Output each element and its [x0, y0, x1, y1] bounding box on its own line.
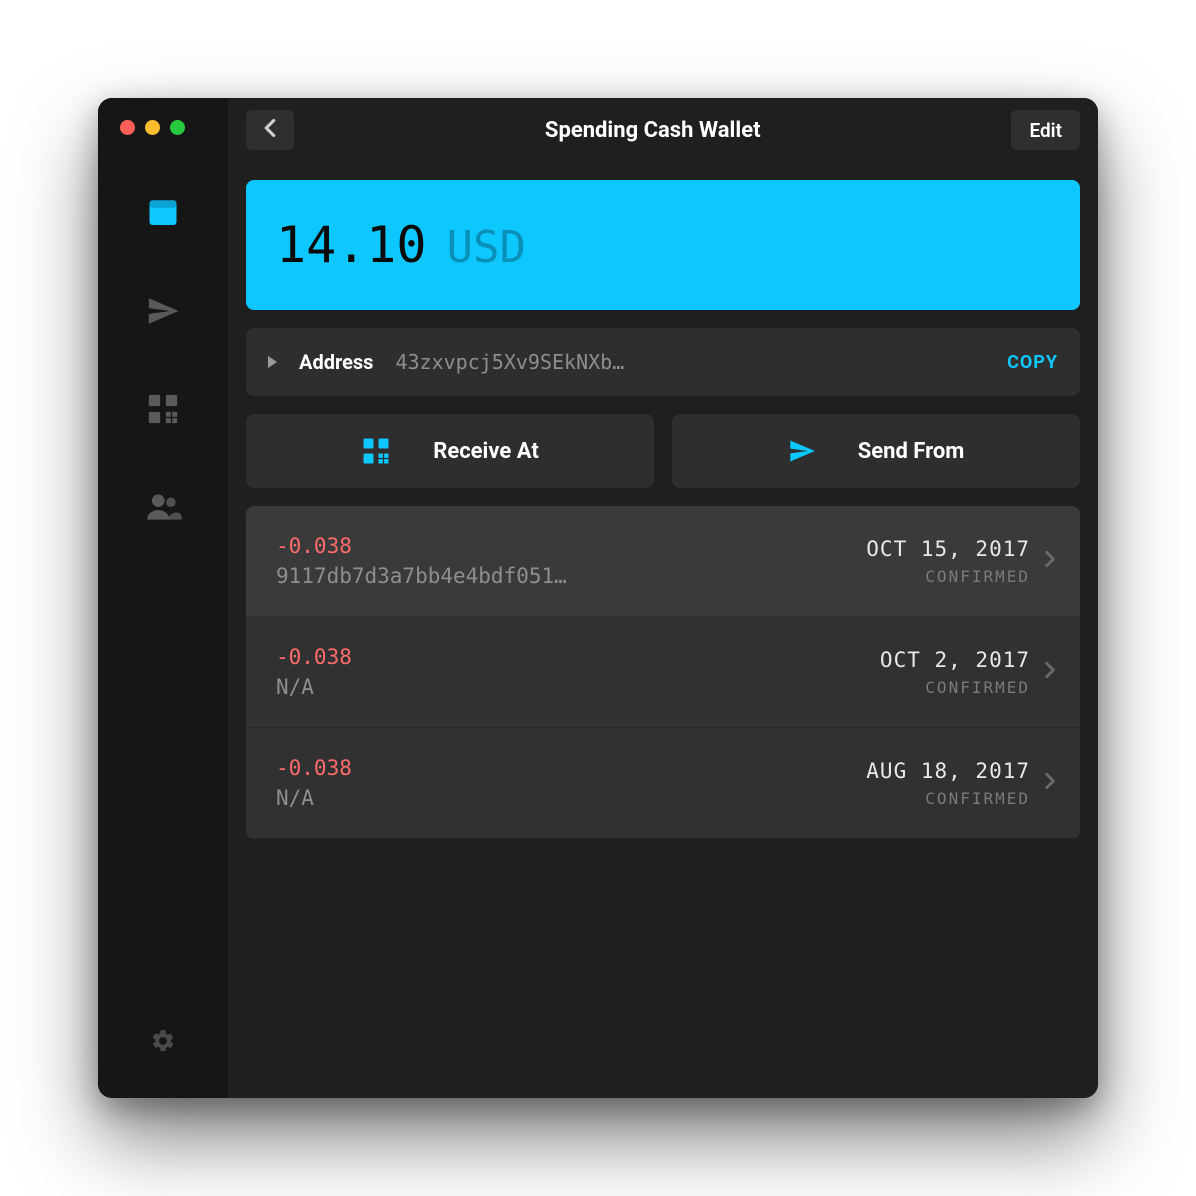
transaction-right: OCT 15, 2017 CONFIRMED: [866, 537, 1030, 586]
minimize-window-icon[interactable]: [145, 120, 160, 135]
header: Spending Cash Wallet Edit: [228, 98, 1098, 162]
address-label: Address: [299, 350, 373, 374]
transaction-amount: -0.038: [276, 645, 866, 669]
transaction-date: OCT 15, 2017: [866, 537, 1030, 561]
disclosure-triangle-icon: [268, 356, 277, 368]
transaction-row[interactable]: -0.038 N/A OCT 2, 2017 CONFIRMED: [246, 617, 1080, 728]
sidebar-item-contacts[interactable]: [138, 482, 188, 532]
qr-icon: [361, 436, 391, 466]
main-panel: Spending Cash Wallet Edit 14.10 USD Addr…: [228, 98, 1098, 1098]
receive-label: Receive At: [433, 439, 539, 464]
transaction-row[interactable]: -0.038 N/A AUG 18, 2017 CONFIRMED: [246, 728, 1080, 839]
send-icon: [146, 294, 180, 328]
transaction-list: -0.038 9117db7d3a7bb4e4bdf051… OCT 15, 2…: [246, 506, 1080, 839]
address-value: 43zxvpcj5Xv9SEkNXb…: [395, 350, 985, 374]
chevron-right-icon: [1044, 661, 1056, 683]
transaction-date: AUG 18, 2017: [866, 759, 1030, 783]
receive-button[interactable]: Receive At: [246, 414, 654, 488]
edit-button-label: Edit: [1029, 119, 1062, 142]
chevron-right-icon: [1044, 550, 1056, 572]
sidebar-item-receive[interactable]: [138, 384, 188, 434]
send-label: Send From: [858, 439, 965, 464]
back-button[interactable]: [246, 110, 294, 150]
transaction-hash: N/A: [276, 786, 616, 810]
chevron-right-icon: [1044, 772, 1056, 794]
qr-icon: [146, 392, 180, 426]
transaction-hash: 9117db7d3a7bb4e4bdf051…: [276, 564, 616, 588]
fullscreen-window-icon[interactable]: [170, 120, 185, 135]
edit-button[interactable]: Edit: [1011, 110, 1080, 150]
transaction-date: OCT 2, 2017: [880, 648, 1030, 672]
send-button[interactable]: Send From: [672, 414, 1080, 488]
transaction-status: CONFIRMED: [866, 567, 1030, 586]
balance-currency: USD: [447, 222, 526, 273]
transaction-status: CONFIRMED: [866, 789, 1030, 808]
transaction-right: OCT 2, 2017 CONFIRMED: [880, 648, 1030, 697]
copy-button[interactable]: COPY: [1007, 352, 1058, 373]
gear-icon: [150, 1028, 176, 1058]
transaction-status: CONFIRMED: [880, 678, 1030, 697]
send-icon: [788, 437, 816, 465]
contacts-icon: [144, 488, 182, 526]
transaction-amount: -0.038: [276, 534, 852, 558]
sidebar-item-wallet[interactable]: [138, 188, 188, 238]
transaction-left: -0.038 9117db7d3a7bb4e4bdf051…: [276, 534, 852, 588]
sidebar-item-send[interactable]: [138, 286, 188, 336]
balance-card: 14.10 USD: [246, 180, 1080, 310]
sidebar: [98, 98, 228, 1098]
transaction-right: AUG 18, 2017 CONFIRMED: [866, 759, 1030, 808]
content: 14.10 USD Address 43zxvpcj5Xv9SEkNXb… CO…: [228, 162, 1098, 1098]
app-window: Spending Cash Wallet Edit 14.10 USD Addr…: [98, 98, 1098, 1098]
app-body: Spending Cash Wallet Edit 14.10 USD Addr…: [98, 98, 1098, 1098]
transaction-amount: -0.038: [276, 756, 852, 780]
transaction-hash: N/A: [276, 675, 616, 699]
transaction-left: -0.038 N/A: [276, 756, 852, 810]
chevron-left-icon: [263, 118, 277, 142]
action-buttons: Receive At Send From: [246, 414, 1080, 488]
close-window-icon[interactable]: [120, 120, 135, 135]
balance-amount: 14.10: [276, 216, 427, 274]
window-controls: [120, 120, 185, 135]
transaction-left: -0.038 N/A: [276, 645, 866, 699]
page-title: Spending Cash Wallet: [306, 118, 999, 143]
wallet-icon: [145, 195, 181, 231]
address-row[interactable]: Address 43zxvpcj5Xv9SEkNXb… COPY: [246, 328, 1080, 396]
transaction-row[interactable]: -0.038 9117db7d3a7bb4e4bdf051… OCT 15, 2…: [246, 506, 1080, 617]
sidebar-item-settings[interactable]: [138, 1018, 188, 1068]
